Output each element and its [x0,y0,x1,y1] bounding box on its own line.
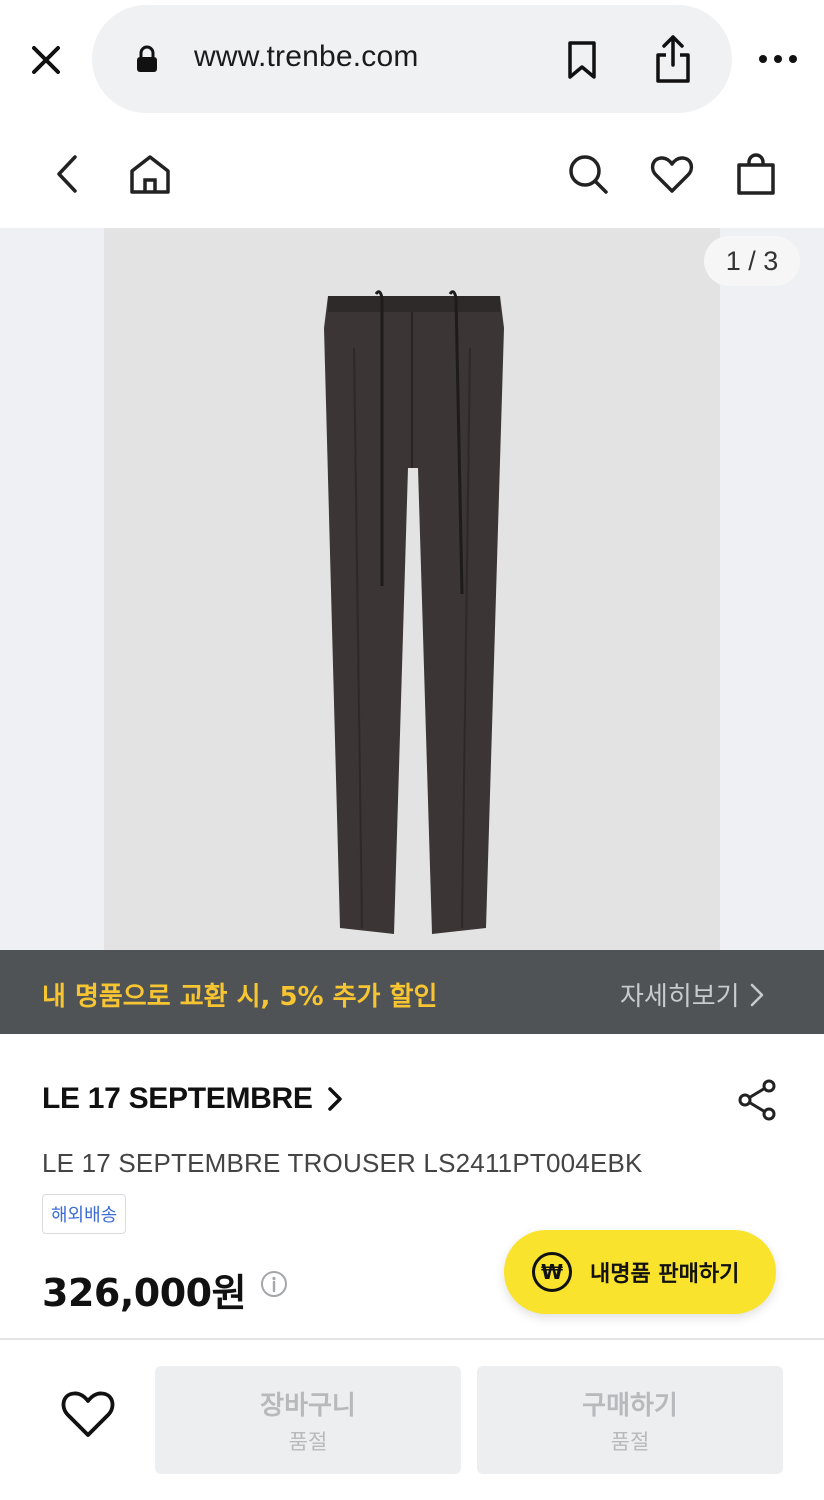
chevron-right-icon [327,1087,342,1111]
product-image-gallery[interactable] [0,228,824,950]
product-price: 326,000원 [42,1271,247,1315]
url-text[interactable]: www.trenbe.com [194,40,419,74]
close-icon[interactable] [26,40,66,80]
lock-icon [134,44,160,74]
search-icon[interactable] [562,148,614,200]
bookmark-icon[interactable] [560,36,604,84]
more-icon[interactable] [756,44,800,74]
chevron-right-icon [750,983,763,1006]
wishlist-heart-icon[interactable] [58,1386,118,1442]
brand-link[interactable]: LE 17 SEPTEMBRE [42,1082,343,1116]
home-icon[interactable] [124,148,176,200]
sell-my-luxury-button[interactable]: ₩ 내명품 판매하기 [504,1230,776,1314]
promo-link-label: 자세히보기 [620,982,740,1012]
cart-button-label: 장바구니 [260,1390,356,1421]
heart-icon[interactable] [646,148,698,200]
brand-name: LE 17 SEPTEMBRE [42,1082,313,1115]
info-icon[interactable] [260,1270,288,1298]
promo-text: 내 명품으로 교환 시, 5% 추가 할인 [42,982,438,1012]
promo-details-link[interactable]: 자세히보기 [620,976,764,1013]
bottom-bar-divider [0,1338,824,1340]
buy-button-label: 구매하기 [582,1390,678,1421]
won-icon: ₩ [532,1252,572,1292]
image-page-counter: 1 / 3 [704,236,800,286]
product-image[interactable] [104,228,720,950]
cart-sold-out-label: 품절 [288,1429,328,1454]
browser-bar: www.trenbe.com [0,0,824,120]
overseas-shipping-badge: 해외배송 [42,1194,127,1234]
share-product-icon[interactable] [736,1078,780,1122]
buy-sold-out-label: 품절 [610,1429,650,1454]
promo-banner[interactable]: 내 명품으로 교환 시, 5% 추가 할인 자세히보기 [0,950,824,1034]
add-to-cart-button[interactable]: 장바구니 품절 [155,1366,461,1474]
product-name: LE 17 SEPTEMBRE TROUSER LS2411PT004EBK [42,1148,643,1178]
sell-button-label: 내명품 판매하기 [590,1262,740,1287]
share-icon[interactable] [648,30,698,88]
buy-now-button[interactable]: 구매하기 품절 [477,1366,783,1474]
chevron-left-icon[interactable] [42,148,94,200]
app-header [0,120,824,228]
shopping-bag-icon[interactable] [730,148,782,200]
